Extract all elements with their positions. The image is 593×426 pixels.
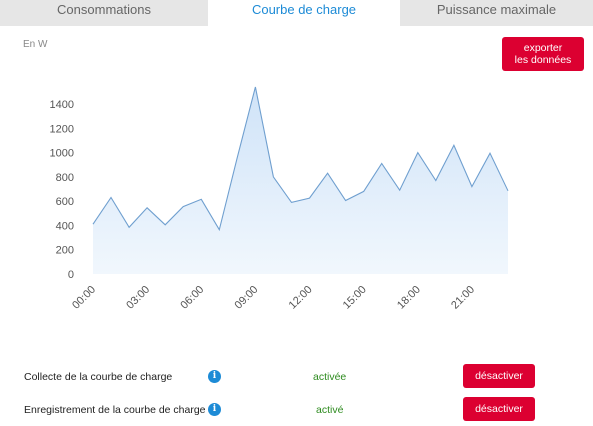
info-icon[interactable]: i	[208, 370, 221, 383]
y-tick-label: 0	[68, 269, 74, 281]
status-enregistrement: activé	[316, 404, 344, 416]
y-tick-label: 600	[56, 196, 74, 208]
x-tick-label: 18:00	[395, 284, 423, 312]
load-curve-chart: 0 200 400 600 800 1000 1200 1400 00:00 03:00 06:0…	[50, 86, 509, 312]
info-icon[interactable]: i	[208, 403, 221, 416]
setting-label-enregistrement: Enregistrement de la courbe de charge	[24, 404, 206, 416]
x-tick-label: 21:00	[449, 284, 477, 312]
y-tick-label: 1200	[50, 123, 74, 135]
disable-collecte-button[interactable]: désactiver	[463, 364, 535, 388]
x-axis-ticks: 00:00 03:00 06:00 09:00 12:00 15:00 18:00 21:00	[70, 284, 477, 312]
x-tick-label: 06:00	[178, 284, 206, 312]
x-tick-label: 03:00	[124, 284, 152, 312]
x-tick-label: 12:00	[287, 284, 315, 312]
x-tick-label: 15:00	[341, 284, 369, 312]
y-tick-label: 200	[56, 245, 74, 257]
y-tick-label: 1000	[50, 148, 74, 160]
y-tick-label: 400	[56, 220, 74, 232]
y-tick-label: 1400	[50, 99, 74, 111]
setting-label-collecte: Collecte de la courbe de charge	[24, 371, 173, 383]
load-curve-area	[93, 87, 508, 274]
y-axis-ticks: 0 200 400 600 800 1000 1200 1400	[50, 99, 74, 281]
x-tick-label: 00:00	[70, 284, 98, 312]
status-collecte: activée	[313, 371, 347, 383]
y-tick-label: 800	[56, 172, 74, 184]
disable-enregistrement-button[interactable]: désactiver	[463, 397, 535, 421]
x-tick-label: 09:00	[233, 284, 261, 312]
